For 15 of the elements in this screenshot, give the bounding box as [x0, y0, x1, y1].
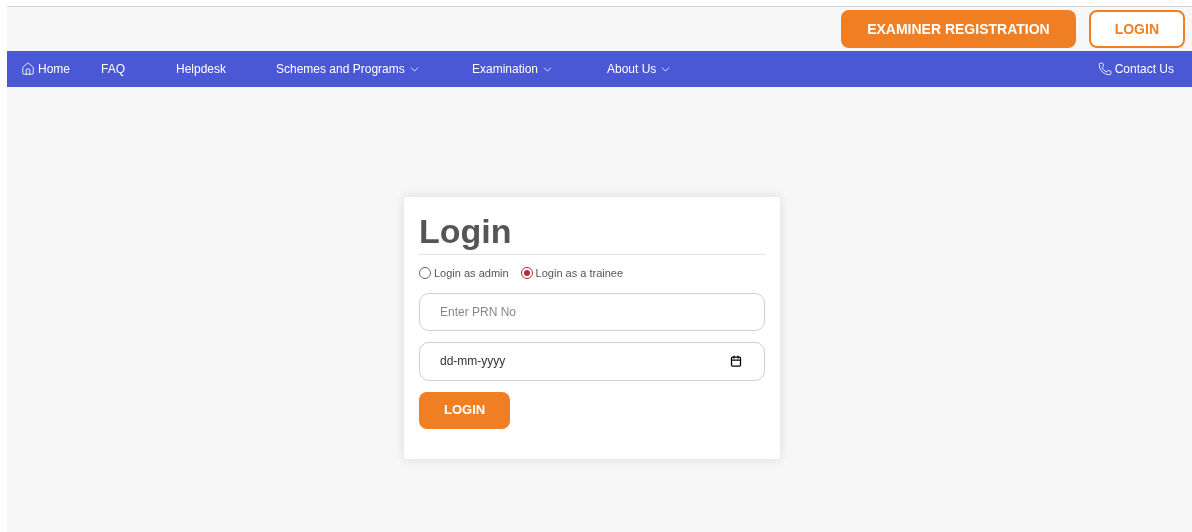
nav-link[interactable]: Examination	[472, 60, 555, 78]
nav-link[interactable]: About Us	[607, 60, 673, 78]
nav-link[interactable]: FAQ	[101, 60, 125, 78]
nav-link[interactable]: Helpdesk	[176, 60, 227, 78]
date-field[interactable]: dd-mm-yyyy	[419, 341, 765, 381]
nav-link[interactable]: Schemes and Programs	[276, 60, 421, 78]
calendar-icon[interactable]	[730, 354, 742, 367]
contact-link[interactable]: Contact Us	[1097, 60, 1174, 78]
phone-icon	[1097, 62, 1112, 76]
role-radio[interactable]: Login as admin	[419, 265, 509, 282]
prn-field[interactable]: Enter PRN No	[419, 292, 765, 331]
role-radio[interactable]: Login as a trainee	[520, 265, 624, 282]
home-icon	[21, 62, 35, 76]
login-title: Login	[419, 211, 513, 251]
nav-link[interactable]: Home	[21, 60, 70, 78]
